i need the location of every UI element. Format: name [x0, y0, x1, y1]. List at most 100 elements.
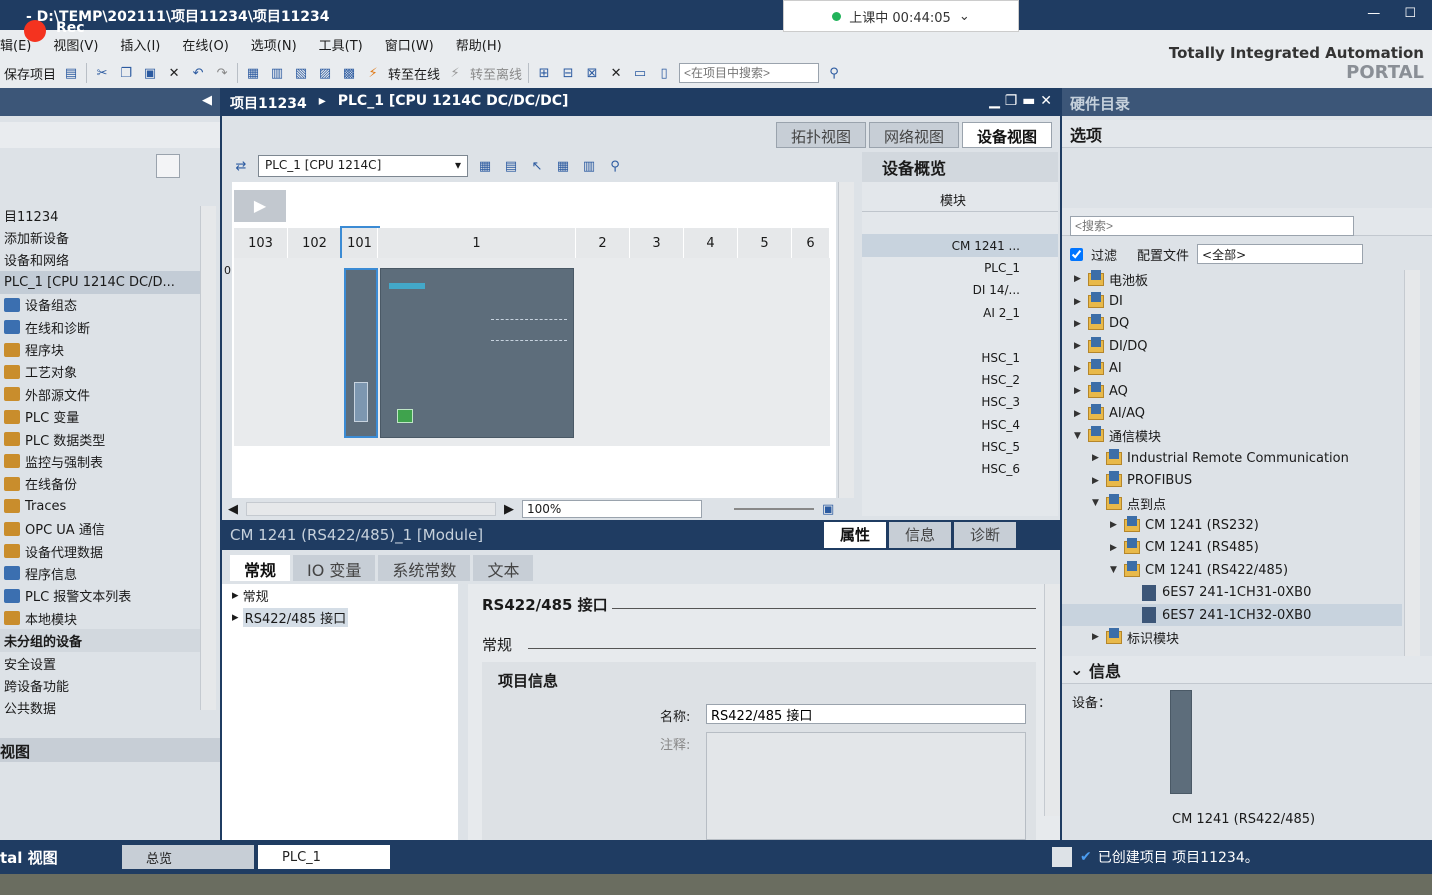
canvas-vscroll[interactable]	[838, 182, 854, 498]
overview-row[interactable]: HSC_3	[862, 391, 1058, 413]
expanded-arrow-icon[interactable]: ▼	[1092, 498, 1106, 508]
collapsed-arrow-icon[interactable]: ▶	[1092, 476, 1106, 486]
overview-row[interactable]: HSC_2	[862, 369, 1058, 391]
grid-icon[interactable]: ▦	[554, 157, 572, 175]
subtab-io-tags[interactable]: IO 变量	[293, 555, 376, 581]
overview-row[interactable]: AI 2_1	[862, 302, 1058, 324]
pointer-tool-icon[interactable]: ↖	[528, 157, 546, 175]
catalog-item[interactable]: ▶ 标识模块	[1062, 626, 1402, 648]
compile-icon[interactable]: ▦	[244, 64, 262, 82]
menu-view[interactable]: 视图(V)	[53, 35, 98, 54]
editor-window-controls[interactable]: ▁ ❐ ▬ ✕	[989, 93, 1052, 111]
device-add-icon[interactable]: ⇄	[232, 157, 250, 175]
page-view-icon[interactable]: ▥	[580, 157, 598, 175]
cpu1214c-module[interactable]	[380, 268, 574, 438]
labels-toggle-icon[interactable]: ▤	[502, 157, 520, 175]
tree-item[interactable]: 工艺对象	[0, 361, 200, 383]
menu-options[interactable]: 选项(N)	[251, 35, 297, 54]
slot-103[interactable]: 103	[234, 228, 288, 258]
overview-row[interactable]: CM 1241 ...	[862, 234, 1058, 257]
go-online-button[interactable]: 转至在线	[388, 64, 440, 83]
cross-reference-icon[interactable]: ⊟	[559, 64, 577, 82]
menu-window[interactable]: 窗口(W)	[385, 35, 434, 54]
subtab-texts[interactable]: 文本	[473, 555, 534, 581]
start-simulation-icon[interactable]: ▩	[340, 64, 358, 82]
profile-select[interactable]: <全部>	[1197, 244, 1364, 264]
tab-overview[interactable]: 总览	[122, 845, 254, 869]
menu-tools[interactable]: 工具(T)	[319, 35, 363, 54]
nav-general[interactable]: ▸ 常规	[222, 584, 458, 606]
tab-diagnostics[interactable]: 诊断	[953, 522, 1016, 548]
add-to-tree-icon[interactable]	[186, 154, 210, 178]
overview-row[interactable]	[862, 324, 1058, 346]
tree-item[interactable]: 公共数据	[0, 697, 200, 719]
slot-1[interactable]: 1	[378, 228, 576, 258]
tree-item[interactable]: 本地模块	[0, 607, 200, 629]
zoom-select[interactable]: 100%	[522, 500, 702, 518]
project-search-input[interactable]	[679, 63, 820, 83]
tree-item[interactable]: OPC UA 通信	[0, 517, 200, 539]
tab-info[interactable]: 信息	[888, 522, 951, 548]
tree-item[interactable]: 外部源文件	[0, 383, 200, 405]
tab-network-view[interactable]: 网络视图	[868, 122, 959, 148]
catalog-search-input[interactable]	[1070, 216, 1354, 236]
project-tree-scrollbar[interactable]	[200, 206, 216, 710]
collapsed-arrow-icon[interactable]: ▶	[1110, 520, 1124, 530]
catalog-item[interactable]: ▶ CM 1241 (RS485)	[1062, 537, 1402, 559]
zoom-slider[interactable]	[734, 508, 814, 510]
go-offline-button[interactable]: 转至离线	[470, 64, 522, 83]
overview-row[interactable]: HSC_4	[862, 414, 1058, 436]
device-select[interactable]: PLC_1 [CPU 1214C] ▾	[258, 155, 468, 177]
expanded-arrow-icon[interactable]: ▼	[1074, 431, 1088, 441]
overview-row[interactable]: HSC_1	[862, 346, 1058, 368]
tree-item[interactable]: 跨设备功能	[0, 674, 200, 696]
tree-item[interactable]: 设备代理数据	[0, 540, 200, 562]
property-vscroll[interactable]	[1044, 584, 1060, 816]
catalog-item[interactable]: ▶ AI	[1062, 358, 1402, 380]
compare-icon[interactable]: ⊠	[583, 64, 601, 82]
catalog-item[interactable]: ▼ 通信模块	[1062, 425, 1402, 447]
overview-row[interactable]: DI 14/...	[862, 279, 1058, 301]
slot-5[interactable]: 5	[738, 228, 792, 258]
catalog-item[interactable]: ▶ DI	[1062, 290, 1402, 312]
scroll-left-icon[interactable]: ◀	[228, 502, 238, 517]
info-section-header[interactable]: ⌄ 信息	[1062, 656, 1432, 684]
overview-row[interactable]	[862, 212, 1058, 234]
catalog-item[interactable]: ▼ CM 1241 (RS422/485)	[1062, 559, 1402, 581]
meeting-status[interactable]: 上课中 00:44:05 ⌄	[783, 0, 1019, 32]
catalog-item[interactable]: 6ES7 241-1CH32-0XB0	[1062, 603, 1402, 627]
breadcrumb-device[interactable]: PLC_1 [CPU 1214C DC/DC/DC]	[338, 93, 569, 111]
device-overview-title[interactable]: 设备概览	[862, 152, 1058, 182]
tree-item[interactable]: 监控与强制表	[0, 450, 200, 472]
tree-item[interactable]: 程序信息	[0, 562, 200, 584]
menu-online[interactable]: 在线(O)	[182, 35, 228, 54]
upload-icon[interactable]: ▧	[292, 64, 310, 82]
subtab-system-constants[interactable]: 系统常数	[378, 555, 471, 581]
rack-view-icon[interactable]: ▦	[476, 157, 494, 175]
menu-help[interactable]: 帮助(H)	[456, 35, 502, 54]
split-horizontal-icon[interactable]: ▭	[631, 64, 649, 82]
tree-item[interactable]: 在线和诊断	[0, 316, 200, 338]
tree-item[interactable]: 设备和网络	[0, 249, 200, 271]
tree-item[interactable]: 在线备份	[0, 473, 200, 495]
slot-6[interactable]: 6	[792, 228, 830, 258]
download-icon[interactable]: ▥	[268, 64, 286, 82]
catalog-item[interactable]: ▶ 电池板	[1062, 268, 1402, 290]
undo-icon[interactable]: ↶	[189, 64, 207, 82]
save-project-button[interactable]: 保存项目	[4, 64, 56, 83]
name-input[interactable]	[706, 704, 1026, 724]
collapsed-arrow-icon[interactable]: ▶	[1074, 297, 1088, 307]
delete-icon[interactable]: ✕	[165, 64, 183, 82]
catalog-item[interactable]: ▼ 点到点	[1062, 492, 1402, 514]
catalog-item[interactable]: ▶ PROFIBUS	[1062, 470, 1402, 492]
tree-item[interactable]: PLC 报警文本列表	[0, 585, 200, 607]
expand-rack-icon[interactable]: ▶	[234, 190, 286, 222]
tree-item[interactable]: 程序块	[0, 338, 200, 360]
simulation-icon[interactable]: ▨	[316, 64, 334, 82]
close-editor-icon[interactable]: ✕	[607, 64, 625, 82]
collapsed-arrow-icon[interactable]: ▶	[1074, 409, 1088, 419]
catalog-vscroll[interactable]	[1404, 270, 1420, 656]
catalog-item[interactable]: ▶ DI/DQ	[1062, 335, 1402, 357]
slot-4[interactable]: 4	[684, 228, 738, 258]
table-view-icon[interactable]	[156, 154, 180, 178]
